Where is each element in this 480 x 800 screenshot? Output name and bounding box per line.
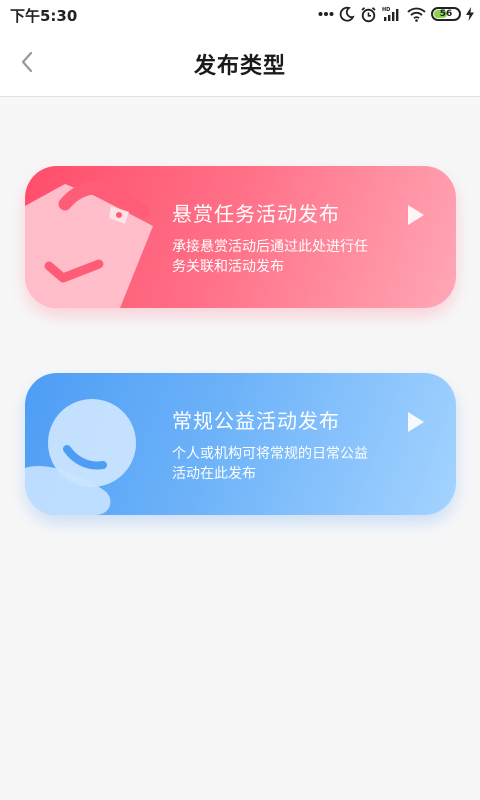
alarm-icon	[360, 6, 377, 23]
charity-activity-card[interactable]: 常规公益活动发布 个人或机构可将常规的日常公益活动在此发布	[25, 373, 456, 515]
play-arrow-icon	[408, 412, 424, 432]
battery-level: 56	[439, 9, 453, 19]
moon-icon	[339, 6, 355, 22]
battery-indicator: 56	[431, 7, 461, 21]
status-bar: 下午5:30 HD 56	[0, 0, 480, 28]
status-icons: HD 56	[318, 3, 474, 25]
status-time: 下午5:30	[10, 7, 78, 25]
charging-bolt-icon	[466, 7, 474, 21]
svg-text:HD: HD	[382, 7, 390, 13]
charity-activity-description: 个人或机构可将常规的日常公益活动在此发布	[172, 446, 368, 482]
play-arrow-icon	[408, 205, 424, 225]
reward-task-illustration	[25, 181, 153, 308]
page-title: 发布类型	[193, 54, 286, 79]
reward-task-card[interactable]: 悬赏任务活动发布 承接悬赏活动后通过此处进行任务关联和活动发布	[25, 166, 456, 308]
more-dots-icon	[318, 11, 334, 17]
wifi-icon	[407, 7, 426, 22]
hd-signal-icon: HD	[382, 6, 402, 22]
reward-task-title: 悬赏任务活动发布	[172, 202, 340, 226]
charity-activity-title: 常规公益活动发布	[172, 409, 340, 433]
reward-task-description: 承接悬赏活动后通过此处进行任务关联和活动发布	[172, 239, 368, 275]
header-bar: 发布类型	[0, 28, 480, 97]
charity-smile-illustration	[25, 399, 136, 515]
